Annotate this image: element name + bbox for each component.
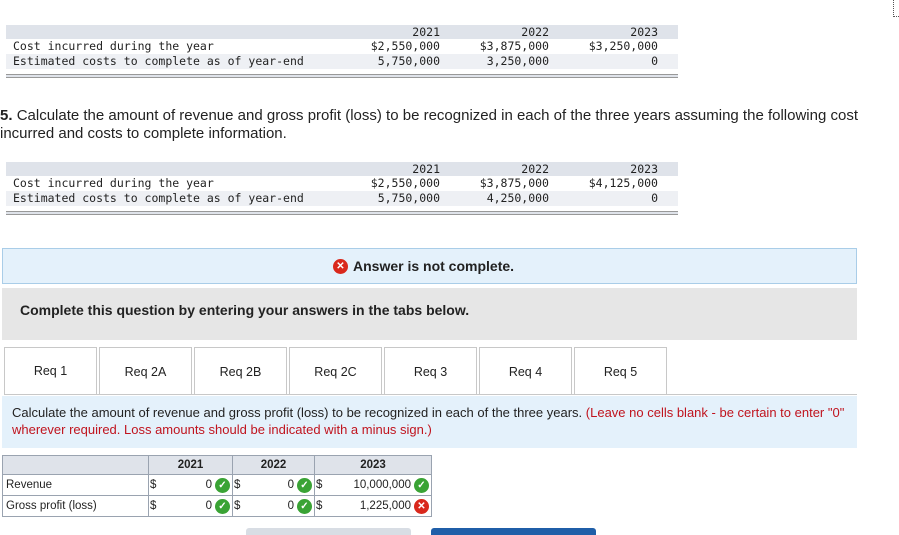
question-5: 5. Calculate the amount of revenue and g… bbox=[0, 107, 858, 142]
instructions-header: Complete this question by entering your … bbox=[2, 288, 857, 340]
x-circle-icon: ✕ bbox=[414, 498, 429, 514]
selection-marker bbox=[893, 0, 899, 17]
answer-table: 2021 2022 2023 Revenue $ 0 ✓ $ 0 ✓ $ 10,00… bbox=[2, 455, 432, 517]
tab-req-5[interactable]: Req 5 bbox=[574, 347, 667, 395]
answer-status-banner: ✕ Answer is not complete. bbox=[2, 248, 857, 284]
check-circle-icon: ✓ bbox=[215, 477, 230, 493]
tab-req-4[interactable]: Req 4 bbox=[479, 347, 572, 395]
x-circle-icon: ✕ bbox=[333, 258, 348, 274]
check-circle-icon: ✓ bbox=[297, 477, 312, 493]
cost-table-1: 2021 2022 2023 Cost incurred during the … bbox=[6, 25, 678, 78]
revenue-2022-input[interactable]: 0 ✓ bbox=[241, 474, 315, 496]
table-row: Revenue $ 0 ✓ $ 0 ✓ $ 10,000,000 ✓ bbox=[2, 474, 432, 496]
tab-req-2a[interactable]: Req 2A bbox=[99, 347, 192, 395]
gross-profit-2021-input[interactable]: 0 ✓ bbox=[157, 495, 233, 517]
revenue-2021-input[interactable]: 0 ✓ bbox=[157, 474, 233, 496]
table-divider bbox=[6, 211, 678, 215]
cost-table-1-header: 2021 2022 2023 bbox=[6, 25, 678, 39]
cost-table-1-row: Cost incurred during the year $2,550,000… bbox=[13, 39, 658, 53]
req-tabs: Req 1 Req 2A Req 2B Req 2C Req 3 Req 4 R… bbox=[4, 347, 669, 395]
table-divider bbox=[6, 74, 678, 78]
next-req-button[interactable] bbox=[431, 528, 596, 535]
check-circle-icon: ✓ bbox=[414, 477, 429, 493]
tab-req-1[interactable]: Req 1 bbox=[4, 347, 97, 395]
gross-profit-2022-input[interactable]: 0 ✓ bbox=[241, 495, 315, 517]
revenue-2023-input[interactable]: 10,000,000 ✓ bbox=[323, 474, 432, 496]
answer-table-header: 2021 2022 2023 bbox=[2, 455, 432, 475]
tab-req-2c[interactable]: Req 2C bbox=[289, 347, 382, 395]
cost-table-2-row: Cost incurred during the year $2,550,000… bbox=[13, 176, 658, 190]
tab-divider bbox=[4, 394, 857, 395]
req-instruction: Calculate the amount of revenue and gros… bbox=[2, 396, 857, 448]
prev-req-button[interactable] bbox=[246, 528, 411, 535]
cost-table-2-header: 2021 2022 2023 bbox=[6, 162, 678, 176]
check-circle-icon: ✓ bbox=[297, 498, 312, 514]
cost-table-2: 2021 2022 2023 Cost incurred during the … bbox=[6, 162, 678, 215]
check-circle-icon: ✓ bbox=[215, 498, 230, 514]
gross-profit-2023-input[interactable]: 1,225,000 ✕ bbox=[323, 495, 432, 517]
tab-req-2b[interactable]: Req 2B bbox=[194, 347, 287, 395]
cost-table-2-row: Estimated costs to complete as of year-e… bbox=[6, 191, 678, 206]
tab-req-3[interactable]: Req 3 bbox=[384, 347, 477, 395]
table-row: Gross profit (loss) $ 0 ✓ $ 0 ✓ $ 1,225,00… bbox=[2, 495, 432, 517]
cost-table-1-row: Estimated costs to complete as of year-e… bbox=[6, 54, 678, 69]
